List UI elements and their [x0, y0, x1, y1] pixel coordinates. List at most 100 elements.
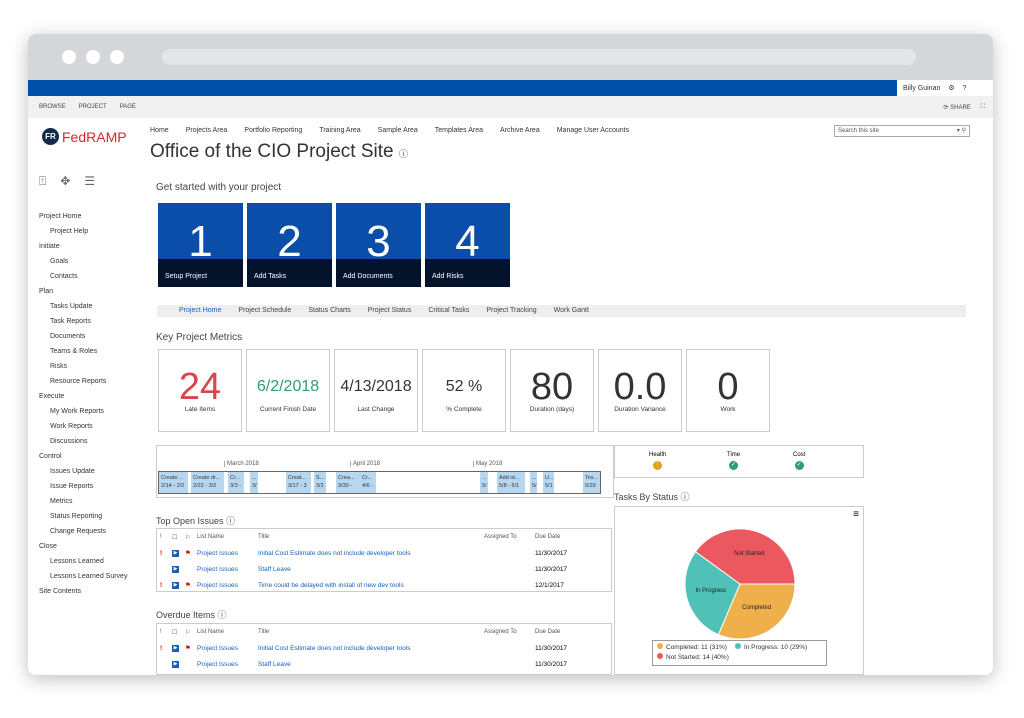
info-icon[interactable]: ⓘ	[681, 492, 690, 502]
sidebar-item[interactable]: Contacts	[39, 269, 127, 284]
title-link[interactable]: Initial Cost Estimate does not include d…	[255, 545, 481, 561]
logo[interactable]: FR FedRAMP	[42, 128, 127, 145]
sidebar-item[interactable]: Teams & Roles	[39, 344, 127, 359]
sidebar-item[interactable]: Plan	[39, 284, 127, 299]
column-assigned[interactable]: Assigned To	[481, 624, 532, 640]
sidebar-item[interactable]: Project Help	[39, 224, 127, 239]
title-link[interactable]: Staff Leave	[255, 561, 481, 577]
sidebar-item[interactable]: Status Reporting	[39, 509, 127, 524]
list-name-link[interactable]: Project Issues	[194, 640, 255, 656]
sidebar-item[interactable]: Site Contents	[39, 584, 127, 599]
view-tab[interactable]: Project Home	[179, 305, 221, 317]
table-row[interactable]: !▶⚑Project IssuesInitial Cost Estimate d…	[157, 640, 611, 656]
open-icon[interactable]: ▶	[169, 656, 182, 672]
pie-label: Not Started	[734, 551, 764, 557]
open-icon[interactable]: ▶	[169, 561, 182, 577]
column-list[interactable]: List Name	[194, 624, 255, 640]
sidebar-item[interactable]: Project Home	[39, 209, 127, 224]
title-link[interactable]: Time could be delayed with install of ne…	[255, 577, 481, 593]
table-row[interactable]: !▶⚑Project IssuesTime could be delayed w…	[157, 577, 611, 593]
share-page-icon[interactable]: ⍐	[39, 174, 46, 189]
list-icon[interactable]: ☰	[84, 174, 95, 189]
sidebar-item[interactable]: Lessons Learned	[39, 554, 127, 569]
sidebar-item[interactable]: Task Reports	[39, 314, 127, 329]
top-nav-item[interactable]: Manage User Accounts	[557, 127, 629, 134]
column-due[interactable]: Due Date	[532, 624, 611, 640]
list-name-link[interactable]: Project Issues	[194, 656, 255, 672]
share-button[interactable]: ⟳ SHARE	[943, 104, 970, 111]
window-dot[interactable]	[62, 50, 76, 64]
window-dot[interactable]	[86, 50, 100, 64]
sidebar-item[interactable]: My Work Reports	[39, 404, 127, 419]
window-dot[interactable]	[110, 50, 124, 64]
open-icon[interactable]: ▶	[169, 640, 182, 656]
list-name-link[interactable]: Project Issues	[194, 561, 255, 577]
ribbon-tab-project[interactable]: PROJECT	[79, 104, 107, 110]
sidebar-item[interactable]: Issue Reports	[39, 479, 127, 494]
top-nav-item[interactable]: Sample Area	[378, 127, 418, 134]
top-nav-item[interactable]: Portfolio Reporting	[244, 127, 302, 134]
legend-swatch	[735, 643, 741, 649]
user-menu[interactable]: Billy Guinan	[903, 85, 940, 92]
list-name-link[interactable]: Project Issues	[194, 545, 255, 561]
top-nav-item[interactable]: Templates Area	[435, 127, 483, 134]
legend-item[interactable]: Completed: 11 (31%)	[657, 643, 727, 653]
get-started-tile[interactable]: 1Setup Project	[158, 203, 243, 287]
top-nav-item[interactable]: Archive Area	[500, 127, 540, 134]
view-tab[interactable]: Status Charts	[308, 305, 350, 317]
title-link[interactable]: Staff Leave	[255, 656, 481, 672]
gear-icon[interactable]: ⚙	[948, 84, 954, 92]
legend-item[interactable]: In Progress: 10 (29%)	[735, 643, 807, 653]
top-nav-item[interactable]: Training Area	[319, 127, 360, 134]
search-icon[interactable]: ▾ ⚲	[957, 126, 966, 136]
view-tab[interactable]: Project Tracking	[486, 305, 536, 317]
sidebar-item[interactable]: Close	[39, 539, 127, 554]
legend-item[interactable]: Not Started: 14 (40%)	[657, 653, 729, 663]
sidebar-item[interactable]: Documents	[39, 329, 127, 344]
sidebar-item[interactable]: Tasks Update	[39, 299, 127, 314]
column-title[interactable]: Title	[255, 624, 481, 640]
list-name-link[interactable]: Project Issues	[194, 577, 255, 593]
info-icon[interactable]: ⓘ	[218, 610, 227, 620]
view-tab[interactable]: Project Schedule	[238, 305, 291, 317]
get-started-tile[interactable]: 2Add Tasks	[247, 203, 332, 287]
get-started-tile[interactable]: 4Add Risks	[425, 203, 510, 287]
view-tab[interactable]: Work Gantt	[554, 305, 589, 317]
sidebar-item[interactable]: Initiate	[39, 239, 127, 254]
open-icon[interactable]: ▶	[169, 577, 182, 593]
search-input[interactable]: Search this site▾ ⚲	[834, 125, 970, 137]
table-row[interactable]: ▶Project IssuesStaff Leave11/30/2017	[157, 656, 611, 672]
sidebar-item[interactable]: Execute	[39, 389, 127, 404]
sidebar-item[interactable]: Metrics	[39, 494, 127, 509]
top-nav-item[interactable]: Home	[150, 127, 169, 134]
sidebar-item[interactable]: Risks	[39, 359, 127, 374]
ribbon-tab-browse[interactable]: BROWSE	[39, 104, 66, 110]
info-icon[interactable]: ⓘ	[226, 516, 235, 526]
sidebar-item[interactable]: Lessons Learned Survey	[39, 569, 127, 584]
column-title[interactable]: Title	[255, 529, 481, 545]
sidebar-item[interactable]: Change Requests	[39, 524, 127, 539]
sidebar-item[interactable]: Control	[39, 449, 127, 464]
sidebar-item[interactable]: Issues Update	[39, 464, 127, 479]
column-list[interactable]: List Name	[194, 529, 255, 545]
focus-icon[interactable]: ⛶	[981, 104, 985, 111]
top-nav-item[interactable]: Projects Area	[186, 127, 228, 134]
column-assigned[interactable]: Assigned To	[481, 529, 532, 545]
open-icon[interactable]: ▶	[169, 545, 182, 561]
sidebar-item[interactable]: Work Reports	[39, 419, 127, 434]
move-icon[interactable]: ✥	[60, 174, 70, 189]
table-row[interactable]: !▶⚑Project IssuesInitial Cost Estimate d…	[157, 545, 611, 561]
table-row[interactable]: ▶Project IssuesStaff Leave11/30/2017	[157, 561, 611, 577]
sidebar-item[interactable]: Goals	[39, 254, 127, 269]
help-icon[interactable]: ?	[963, 85, 967, 92]
info-icon[interactable]: ⓘ	[399, 149, 408, 159]
address-bar[interactable]	[162, 49, 916, 65]
get-started-tile[interactable]: 3Add Documents	[336, 203, 421, 287]
sidebar-item[interactable]: Discussions	[39, 434, 127, 449]
view-tab[interactable]: Critical Tasks	[428, 305, 469, 317]
view-tab[interactable]: Project Status	[368, 305, 412, 317]
column-due[interactable]: Due Date	[532, 529, 611, 545]
ribbon-tab-page[interactable]: PAGE	[120, 104, 136, 110]
title-link[interactable]: Initial Cost Estimate does not include d…	[255, 640, 481, 656]
sidebar-item[interactable]: Resource Reports	[39, 374, 127, 389]
